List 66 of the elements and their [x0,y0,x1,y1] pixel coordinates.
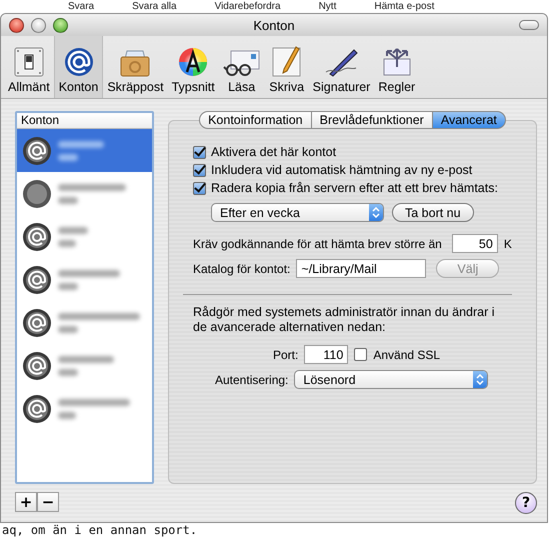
column-header: Konton [17,113,152,129]
toolbar-tab[interactable]: Signaturer [308,36,374,98]
window-title: Konton [253,18,295,32]
port-label: Port: [273,348,298,362]
toolbar-tab[interactable]: Skriva [264,36,309,98]
tab[interactable]: Avancerat [432,111,506,129]
background-toolbar-label: Nytt [318,1,336,13]
blurred-account-name [58,356,114,376]
toolbar-toggle-button[interactable] [519,20,539,30]
checkbox-label: Aktivera det här kontot [211,145,336,159]
checkbox[interactable] [193,182,206,194]
admin-notice: Rådgör med systemets administratör innan du ändrar i de avancerade alternativen nedan: [193,305,496,335]
background-toolbar-label: Svara alla [132,1,177,13]
toolbar-tab[interactable]: Konton [54,36,104,98]
at-sign-icon [22,350,52,380]
at-sign-icon [64,47,94,77]
toolbar-tab[interactable]: Typsnitt [168,36,219,98]
tab[interactable]: Kontoinformation [199,111,312,129]
at-sign-icon [22,394,52,424]
close-button[interactable] [9,18,24,32]
folder-label: Katalog för kontot: [193,262,290,276]
remove-now-button[interactable]: Ta bort nu [392,203,474,222]
unit-label: K [504,236,512,250]
checkbox-label: Inkludera vid automatisk hämtning av ny e-post [211,163,472,177]
blurred-account-name [58,226,88,246]
stepper-arrows-icon [476,374,484,385]
blurred-account-name [58,140,104,160]
at-sign-icon [22,308,52,338]
account-item[interactable] [17,129,152,172]
at-sign-icon [22,264,52,294]
checkbox-label: Radera kopia från servern efter att ett brev hämtats: [211,181,498,195]
remove-button[interactable]: − [37,492,59,512]
pen-icon [324,47,360,77]
blurred-account-name [58,184,126,204]
toolbar-tab[interactable]: Skräppost [103,36,168,98]
stepper-arrows-icon [372,207,380,218]
size-limit-label: Kräv godkännande för att hämta brev större än [193,236,442,250]
account-icon [22,178,52,208]
port-field[interactable]: 110 [304,345,348,364]
tab[interactable]: Brevlådefunktioner [312,111,433,129]
at-sign-icon [22,136,52,166]
background-toolbar-label: Hämta e-post [374,1,434,13]
switch-icon [14,47,44,77]
blurred-account-name [58,270,120,290]
background-toolbar-label: Vidarebefordra [214,1,281,13]
checkbox[interactable] [193,164,206,176]
blurred-account-name [58,398,130,418]
toolbar-tab[interactable]: Läsa [218,36,265,98]
checkbox[interactable] [193,146,206,158]
checkbox[interactable] [354,348,368,361]
zoom-button[interactable] [53,18,68,32]
checkbox-label: Använd SSL [373,348,440,362]
size-limit-field[interactable]: 50 [452,234,498,253]
toolbar-tab[interactable]: Allmänt [4,36,54,98]
color-wheel-icon [178,47,208,77]
pencil-paper-icon [272,45,302,77]
background-text-line: aq, om än i en annan sport. [2,523,198,537]
background-toolbar-label: Svara [68,1,94,13]
add-button[interactable]: + [15,492,37,512]
at-sign-icon [22,222,52,252]
minimize-button[interactable] [31,18,46,32]
help-button[interactable]: ? [515,492,537,514]
authentication-label: Autentisering: [215,372,288,386]
toolbar-tab[interactable]: Regler [374,36,420,98]
authentication-dropdown[interactable]: Lösenord [294,370,488,389]
removal-dropdown[interactable]: Efter en vecka [211,203,384,222]
